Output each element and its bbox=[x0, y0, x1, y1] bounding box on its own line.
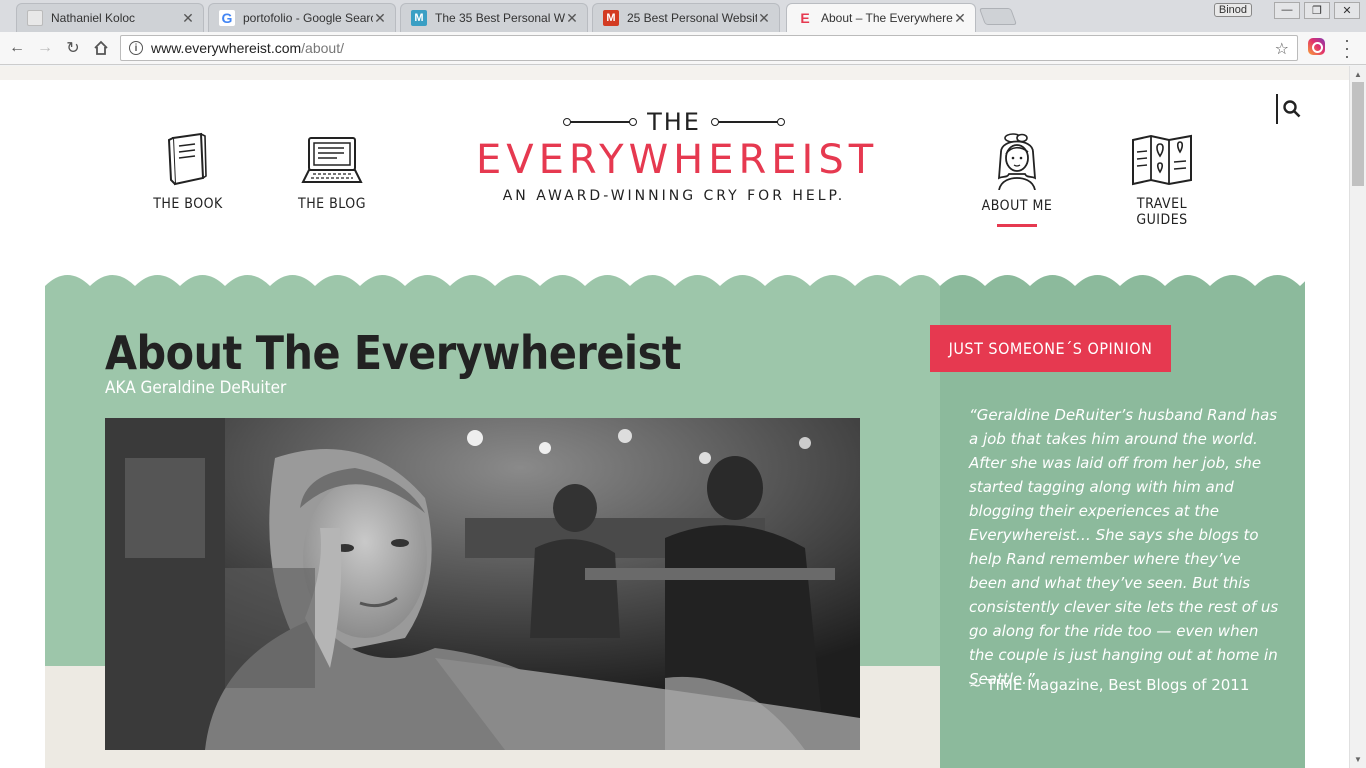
tab-25-best[interactable]: M 25 Best Personal Website ✕ bbox=[592, 3, 780, 32]
page-title: About The Everywhereist bbox=[105, 326, 682, 380]
new-tab-button[interactable] bbox=[978, 8, 1018, 25]
chrome-menu-icon[interactable]: · · · bbox=[1342, 31, 1352, 65]
window-controls: Binod — ❐ ✕ bbox=[1213, 0, 1360, 20]
search-button[interactable] bbox=[1276, 94, 1306, 124]
close-window-icon[interactable]: ✕ bbox=[1334, 1, 1360, 19]
search-icon bbox=[1283, 100, 1301, 118]
forward-icon[interactable]: → bbox=[34, 37, 56, 59]
nav-travel-guides[interactable]: TRAVEL GUIDES bbox=[1110, 132, 1214, 228]
scroll-up-icon[interactable]: ▲ bbox=[1354, 70, 1362, 79]
google-icon: G bbox=[219, 10, 235, 26]
tab-nathaniel[interactable]: Nathaniel Koloc ✕ bbox=[16, 3, 204, 32]
close-icon[interactable]: ✕ bbox=[757, 10, 771, 27]
close-icon[interactable]: ✕ bbox=[565, 10, 579, 27]
back-icon[interactable]: ← bbox=[6, 37, 28, 59]
logo-the-row: THE bbox=[476, 108, 872, 136]
time-magazine-quote: “Geraldine DeRuiter’s husband Rand has a… bbox=[969, 406, 1279, 688]
url-host: www.everywhereist.com bbox=[151, 40, 302, 56]
laptop-icon bbox=[301, 137, 363, 183]
tab-title: About – The Everywhereis bbox=[821, 11, 953, 25]
page-scrollbar[interactable]: ▲ ▼ bbox=[1349, 66, 1366, 768]
m-icon: M bbox=[603, 10, 619, 26]
page: THE BOOK THE BLOG THE EVERYWHEREIST AN A… bbox=[0, 80, 1349, 768]
close-icon[interactable]: ✕ bbox=[373, 10, 387, 27]
medium-icon: M bbox=[411, 10, 427, 26]
nav-label: ABOUT ME bbox=[981, 198, 1053, 214]
address-bar[interactable]: i www.everywhereist.com/about/ ☆ bbox=[120, 35, 1298, 61]
profile-button[interactable]: Binod bbox=[1213, 3, 1252, 17]
folded-map-icon bbox=[1132, 134, 1192, 186]
active-nav-underline bbox=[997, 224, 1037, 227]
nav-label: THE BLOG bbox=[298, 196, 366, 212]
nav-the-book[interactable]: THE BOOK bbox=[150, 132, 226, 212]
tab-title: portofolio - Google Searc bbox=[243, 11, 373, 25]
logo-the: THE bbox=[647, 108, 701, 136]
restore-icon[interactable]: ❐ bbox=[1304, 1, 1330, 19]
bookmark-star-icon[interactable]: ☆ bbox=[1275, 39, 1289, 59]
close-icon[interactable]: ✕ bbox=[953, 10, 967, 27]
nav-label: THE BOOK bbox=[153, 196, 223, 212]
page-subtitle: AKA Geraldine DeRuiter bbox=[105, 378, 287, 398]
tab-about-everywhereist[interactable]: E About – The Everywhereis ✕ bbox=[786, 3, 976, 32]
reload-icon[interactable]: ↻ bbox=[62, 37, 84, 59]
close-icon[interactable]: ✕ bbox=[181, 10, 195, 27]
tab-strip: Nathaniel Koloc ✕ G portofolio - Google … bbox=[0, 0, 1366, 32]
woman-portrait-icon bbox=[997, 133, 1037, 190]
just-someones-opinion-button[interactable]: JUST SOMEONE´S OPINION bbox=[930, 325, 1171, 372]
browser-toolbar: ← → ↻ i www.everywhereist.com/about/ ☆ bbox=[0, 32, 1366, 65]
minimize-icon[interactable]: — bbox=[1274, 1, 1300, 19]
nav-label: TRAVEL GUIDES bbox=[1136, 196, 1188, 228]
book-icon bbox=[167, 132, 207, 186]
instagram-extension-icon[interactable] bbox=[1308, 38, 1325, 55]
quote-citation: ~ TIME Magazine, Best Blogs of 2011 bbox=[969, 676, 1250, 694]
nav-the-blog[interactable]: THE BLOG bbox=[290, 132, 374, 212]
logo-name: EVERYWHEREIST bbox=[476, 137, 879, 183]
tab-title: 25 Best Personal Website bbox=[627, 11, 757, 25]
everywhereist-icon: E bbox=[800, 10, 810, 26]
home-icon[interactable] bbox=[90, 37, 112, 59]
scrollbar-thumb[interactable] bbox=[1352, 82, 1364, 186]
tab-title: The 35 Best Personal Web bbox=[435, 11, 565, 25]
page-icon bbox=[27, 10, 43, 26]
nav-about-me[interactable]: ABOUT ME bbox=[980, 132, 1054, 227]
scroll-down-icon[interactable]: ▼ bbox=[1354, 755, 1362, 764]
tab-google[interactable]: G portofolio - Google Searc ✕ bbox=[208, 3, 396, 32]
tab-35-best[interactable]: M The 35 Best Personal Web ✕ bbox=[400, 3, 588, 32]
site-logo[interactable]: THE EVERYWHEREIST AN AWARD-WINNING CRY F… bbox=[476, 108, 879, 204]
decorative-arrow bbox=[710, 118, 785, 126]
author-photo bbox=[105, 418, 860, 750]
page-viewport: THE BOOK THE BLOG THE EVERYWHEREIST AN A… bbox=[0, 66, 1349, 768]
logo-tagline: AN AWARD-WINNING CRY FOR HELP. bbox=[502, 188, 846, 204]
url-path: /about/ bbox=[301, 40, 344, 56]
tab-title: Nathaniel Koloc bbox=[51, 11, 136, 25]
decorative-arrow bbox=[563, 118, 638, 126]
info-icon[interactable]: i bbox=[129, 41, 143, 55]
